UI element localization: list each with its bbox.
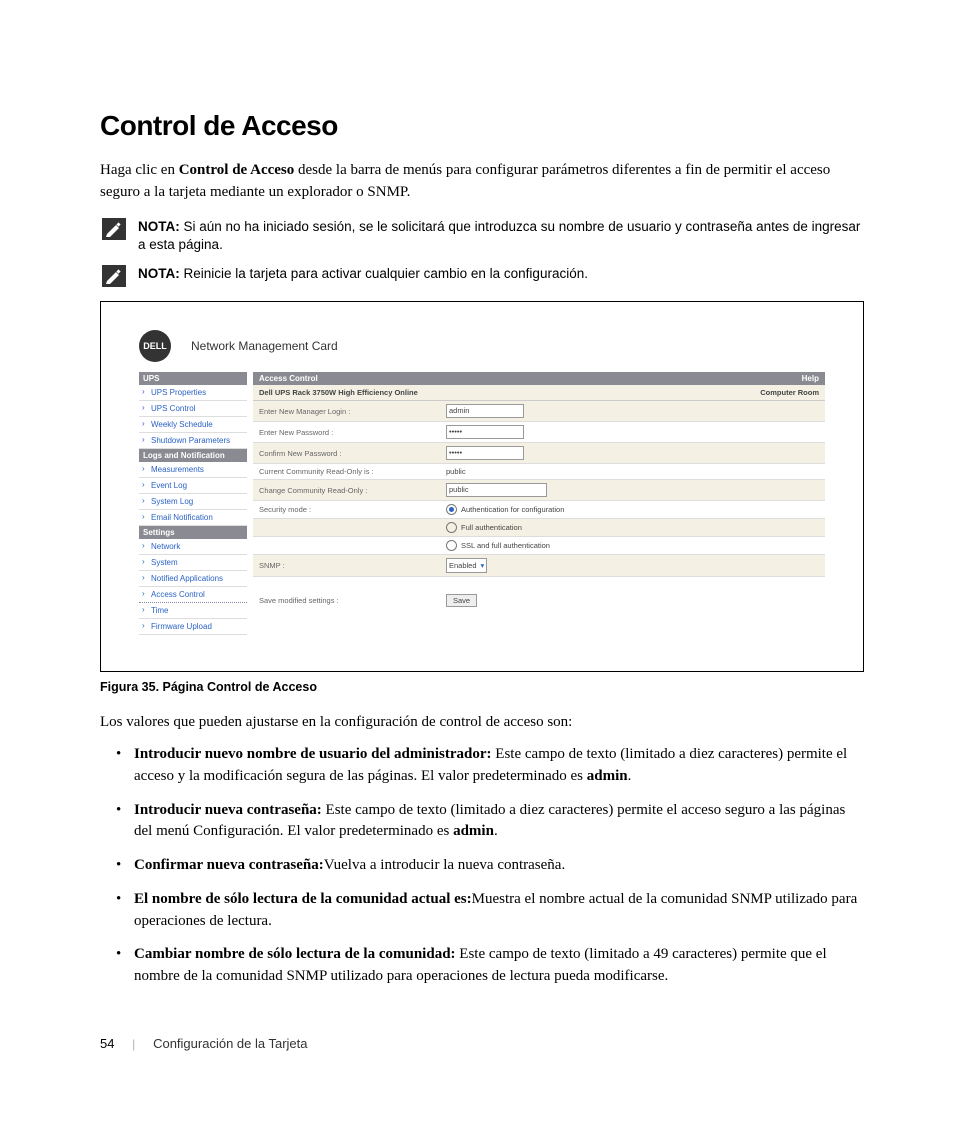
list-item: Cambiar nombre de sólo lectura de la com… [134,944,864,988]
label-new-password: Enter New Password : [253,422,440,443]
figure-frame: DELL Network Management Card UPS UPS Pro… [100,301,864,672]
note-body-2: Reinicie la tarjeta para activar cualqui… [180,266,588,281]
label-community-ro-change: Change Community Read-Only : [253,480,440,501]
bullet-lead-5: Cambiar nombre de sólo lectura de la com… [134,946,456,962]
page-footer: 54 | Configuración de la Tarjeta [100,1036,864,1052]
dell-logo: DELL [139,330,171,362]
pane-sub-right: Computer Room [760,388,819,397]
bullet-bold-2: admin [453,823,494,839]
bullet-tail-1: . [628,768,632,784]
sidebar-item-system-log[interactable]: System Log [139,494,247,510]
note-row-2: NOTA: Reinicie la tarjeta para activar c… [100,265,864,287]
radio-auth-config-label: Authentication for configuration [461,505,564,514]
sidebar-item-shutdown-parameters[interactable]: Shutdown Parameters [139,433,247,449]
note-label-1: NOTA: [138,219,180,234]
radio-full-auth-label: Full authentication [461,523,522,532]
note-text-1: NOTA: Si aún no ha iniciado sesión, se l… [138,218,864,256]
card-title: Network Management Card [191,339,338,353]
note-label-2: NOTA: [138,266,180,281]
intro-paragraph: Haga clic en Control de Acceso desde la … [100,160,864,204]
after-figure-paragraph: Los valores que pueden ajustarse en la c… [100,712,864,734]
page-heading: Control de Acceso [100,110,864,142]
input-manager-login[interactable]: admin [446,404,524,418]
label-security-mode: Security mode : [253,501,440,519]
sidebar-item-firmware-upload[interactable]: Firmware Upload [139,619,247,635]
bullet-lead-3: Confirmar nueva contraseña: [134,857,324,873]
sidebar-item-ups-control[interactable]: UPS Control [139,401,247,417]
sidebar-section-settings: Settings [139,526,247,539]
radio-full-auth[interactable] [446,522,457,533]
value-community-ro-current: public [440,464,825,480]
intro-pre: Haga clic en [100,162,179,178]
content-pane: Access Control Help Dell UPS Rack 3750W … [253,372,825,635]
radio-auth-config[interactable] [446,504,457,515]
sidebar-section-logs: Logs and Notification [139,449,247,462]
note-text-2: NOTA: Reinicie la tarjeta para activar c… [138,265,864,284]
bullet-text-3: Vuelva a introducir la nueva contraseña. [324,857,566,873]
radio-ssl-full-auth-label: SSL and full authentication [461,541,550,550]
footer-separator: | [132,1036,135,1052]
note-pencil-icon [100,265,128,287]
label-save-settings: Save modified settings : [253,591,440,610]
sidebar-item-weekly-schedule[interactable]: Weekly Schedule [139,417,247,433]
sidebar-item-system[interactable]: System [139,555,247,571]
sidebar-item-network[interactable]: Network [139,539,247,555]
sidebar-item-access-control[interactable]: Access Control [139,587,247,603]
bullet-list: Introducir nuevo nombre de usuario del a… [134,744,864,988]
radio-ssl-full-auth[interactable] [446,540,457,551]
sidebar-section-ups: UPS [139,372,247,385]
figure-caption: Figura 35. Página Control de Acceso [100,680,864,694]
list-item: Confirmar nueva contraseña:Vuelva a intr… [134,855,864,877]
note-row-1: NOTA: Si aún no ha iniciado sesión, se l… [100,218,864,256]
bullet-tail-2: . [494,823,498,839]
input-community-ro-change[interactable]: public [446,483,547,497]
sidebar-item-time[interactable]: Time [139,603,247,619]
bullet-lead-2: Introducir nueva contraseña: [134,802,322,818]
sidebar-item-email-notification[interactable]: Email Notification [139,510,247,526]
list-item: El nombre de sólo lectura de la comunida… [134,889,864,933]
pane-sub-left: Dell UPS Rack 3750W High Efficiency Onli… [259,388,418,397]
label-manager-login: Enter New Manager Login : [253,401,440,422]
list-item: Introducir nueva contraseña: Este campo … [134,800,864,844]
chevron-down-icon: ▾ [481,561,485,570]
sidebar-item-notified-applications[interactable]: Notified Applications [139,571,247,587]
save-button[interactable]: Save [446,594,477,607]
footer-section: Configuración de la Tarjeta [153,1036,307,1051]
sidebar-item-measurements[interactable]: Measurements [139,462,247,478]
sidebar-item-event-log[interactable]: Event Log [139,478,247,494]
input-confirm-password[interactable]: ••••• [446,446,524,460]
pane-title: Access Control [259,374,318,383]
pane-help-link[interactable]: Help [802,374,819,383]
select-snmp-value: Enabled [449,561,477,570]
label-snmp: SNMP : [253,555,440,577]
label-community-ro-current: Current Community Read-Only is : [253,464,440,480]
sidebar: UPS UPS Properties UPS Control Weekly Sc… [139,372,247,635]
sidebar-item-ups-properties[interactable]: UPS Properties [139,385,247,401]
bullet-lead-4: El nombre de sólo lectura de la comunida… [134,891,472,907]
select-snmp[interactable]: Enabled ▾ [446,558,487,573]
bullet-lead-1: Introducir nuevo nombre de usuario del a… [134,746,492,762]
input-new-password[interactable]: ••••• [446,425,524,439]
note-body-1: Si aún no ha iniciado sesión, se le soli… [138,219,860,253]
list-item: Introducir nuevo nombre de usuario del a… [134,744,864,788]
label-confirm-password: Confirm New Password : [253,443,440,464]
bullet-bold-1: admin [587,768,628,784]
page-number: 54 [100,1036,114,1051]
note-pencil-icon [100,218,128,240]
intro-bold: Control de Acceso [179,162,295,178]
